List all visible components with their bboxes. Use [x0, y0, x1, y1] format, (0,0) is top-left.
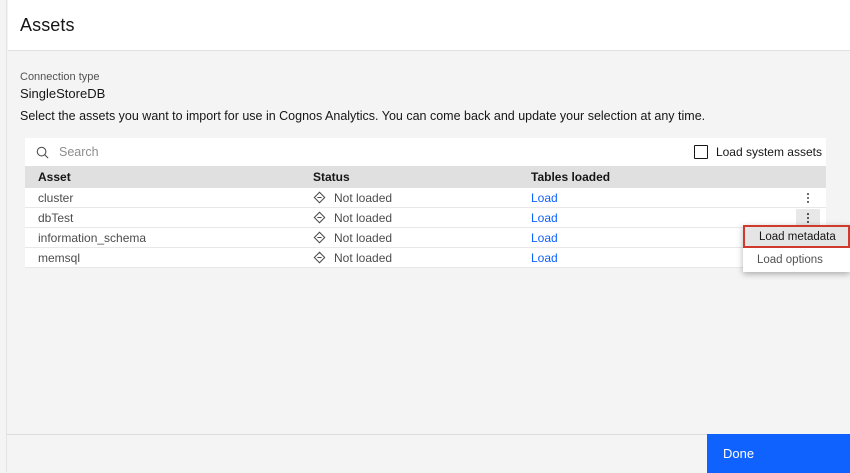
load-system-assets-checkbox[interactable] [693, 145, 708, 159]
asset-name: cluster [38, 190, 74, 205]
overflow-menu-icon[interactable] [796, 208, 820, 227]
search-input[interactable] [59, 145, 359, 159]
status-text: Not loaded [334, 210, 393, 225]
import-description: Select the assets you want to import for… [20, 109, 706, 123]
panel-footer: Done [0, 434, 850, 473]
table-row: information_schema Not loaded Load [25, 228, 826, 248]
connection-type-value: SingleStoreDB [20, 86, 106, 101]
menu-item-load-options[interactable]: Load options [743, 248, 850, 271]
load-link[interactable]: Load [531, 211, 790, 225]
table-row: cluster Not loaded Load [25, 188, 826, 208]
column-header-asset: Asset [38, 170, 71, 184]
overflow-menu-icon[interactable] [796, 189, 820, 207]
not-loaded-diamond-icon [313, 231, 326, 244]
status-cell: Not loaded [313, 211, 531, 225]
search-icon [35, 145, 50, 160]
row-context-menu: Load metadata Load options [743, 225, 850, 272]
not-loaded-diamond-icon [313, 211, 326, 224]
status-cell: Not loaded [313, 251, 531, 265]
table-row: dbTest Not loaded Load [25, 208, 826, 228]
column-header-status: Status [313, 170, 350, 184]
status-text: Not loaded [334, 250, 393, 265]
connection-type-label: Connection type [20, 71, 100, 83]
assets-import-panel: Assets Connection type SingleStoreDB Sel… [0, 0, 850, 473]
done-button[interactable]: Done [707, 434, 850, 473]
asset-name: information_schema [38, 230, 147, 245]
menu-item-load-metadata[interactable]: Load metadata [743, 225, 850, 248]
page-title: Assets [20, 14, 75, 35]
not-loaded-diamond-icon [313, 251, 326, 264]
not-loaded-diamond-icon [313, 191, 326, 204]
load-link[interactable]: Load [531, 191, 790, 205]
column-header-tables-loaded: Tables loaded [531, 170, 611, 184]
load-system-assets-control: Load system assets [693, 145, 822, 159]
asset-name: dbTest [38, 210, 74, 225]
status-text: Not loaded [334, 230, 393, 245]
search-area [35, 145, 694, 160]
page-background-strip [0, 0, 7, 472]
table-header-row: Asset Status Tables loaded [25, 166, 826, 188]
status-cell: Not loaded [313, 191, 531, 205]
assets-table: Load system assets Asset Status Tables l… [25, 138, 826, 268]
table-toolbar: Load system assets [25, 138, 826, 166]
panel-header: Assets [8, 0, 850, 51]
load-system-assets-label: Load system assets [715, 145, 822, 159]
status-text: Not loaded [334, 190, 393, 205]
asset-name: memsql [38, 250, 81, 265]
status-cell: Not loaded [313, 231, 531, 245]
table-row: memsql Not loaded Load [25, 248, 826, 268]
